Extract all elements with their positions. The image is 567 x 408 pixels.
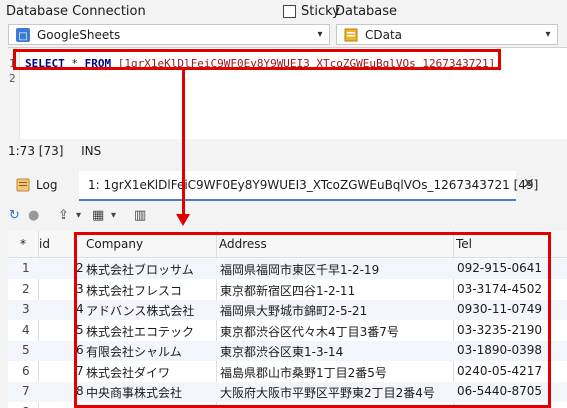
column-header-id[interactable]: id: [39, 237, 50, 251]
tab-log-label: Log: [36, 178, 58, 192]
columns-icon[interactable]: ▥: [134, 208, 146, 223]
line-number: 2: [9, 72, 16, 85]
annotation-highlight-results: [74, 232, 551, 408]
tab-log[interactable]: Log: [16, 171, 74, 199]
database-select-value: CData: [365, 27, 403, 42]
connection-select-value: GoogleSheets: [37, 27, 121, 42]
chevron-down-icon[interactable]: ▾: [76, 210, 81, 221]
export-icon[interactable]: ⇪: [58, 208, 69, 223]
google-sheets-icon: □: [15, 27, 31, 43]
row-number[interactable]: 3: [22, 302, 30, 316]
log-icon: [16, 178, 30, 192]
chevron-down-icon: ▾: [545, 29, 551, 40]
row-number[interactable]: 6: [22, 364, 30, 378]
editor-status: 1:73 [73] INS: [8, 144, 101, 158]
row-number[interactable]: 4: [22, 323, 30, 337]
tab-query-result[interactable]: 1: 1grX1eKlDlFeiC9WF0Ey8Y9WUEI3_XTcoZGWE…: [79, 171, 538, 201]
tab-query-result-label: 1: 1grX1eKlDlFeiC9WF0Ey8Y9WUEI3_XTcoZGWE…: [88, 178, 539, 192]
connection-select[interactable]: □ GoogleSheets ▾: [8, 24, 330, 45]
database-connection-label: Database Connection: [6, 4, 146, 19]
row-number[interactable]: 2: [22, 282, 30, 296]
sticky-checkbox[interactable]: [283, 5, 296, 18]
database-select[interactable]: CData ▾: [336, 24, 558, 45]
annotation-arrow-head: [176, 214, 190, 226]
svg-text:□: □: [18, 31, 27, 42]
stop-icon[interactable]: ●: [28, 208, 39, 223]
annotation-highlight-query: [13, 49, 501, 70]
database-icon: [343, 27, 359, 43]
refresh-icon[interactable]: ↻: [9, 208, 20, 223]
grid-view-icon[interactable]: ▦: [92, 208, 104, 223]
row-number[interactable]: 8: [22, 405, 30, 408]
cursor-position: 1:73 [73]: [8, 144, 64, 158]
chevron-down-icon[interactable]: ▾: [111, 210, 116, 221]
database-label: Database: [335, 4, 398, 19]
annotation-arrow-line: [182, 70, 185, 218]
chevron-down-icon: ▾: [317, 29, 323, 40]
results-tab-strip: Log 1: 1grX1eKlDlFeiC9WF0Ey8Y9WUEI3_XTco…: [0, 171, 567, 201]
row-number[interactable]: 1: [22, 261, 30, 275]
row-number[interactable]: 7: [22, 384, 30, 398]
insert-mode: INS: [81, 144, 102, 158]
column-header-rownum: *: [20, 237, 26, 251]
results-toolbar: ↻ ● ⇪ ▾ ▦ ▾ ▥: [0, 203, 567, 229]
close-tab-icon[interactable]: ✕: [523, 176, 535, 192]
row-number[interactable]: 5: [22, 343, 30, 357]
